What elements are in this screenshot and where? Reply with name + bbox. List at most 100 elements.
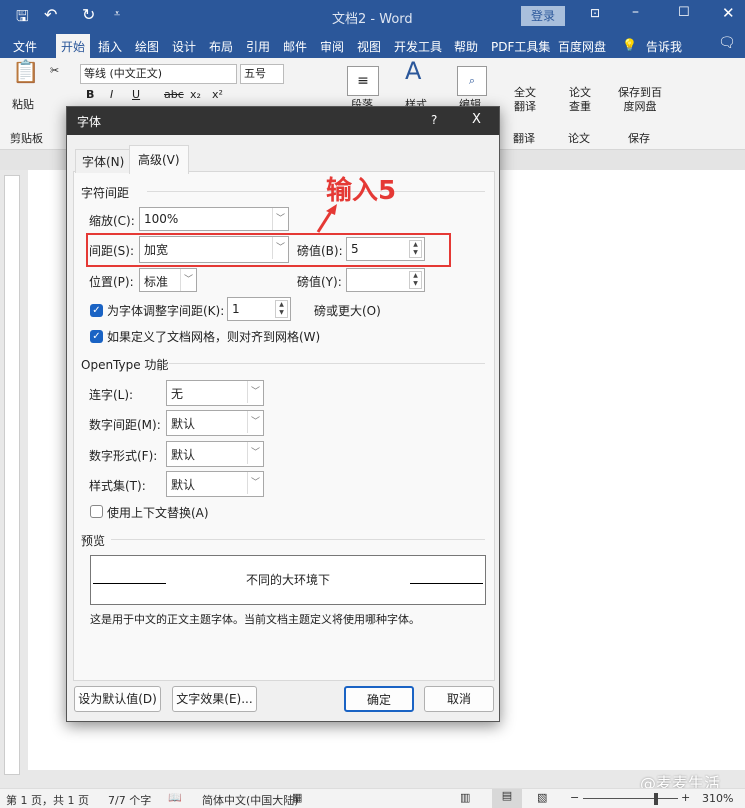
superscript-button[interactable]: x²: [212, 88, 223, 102]
paste-icon[interactable]: 📋: [12, 62, 39, 84]
zoom-slider-thumb[interactable]: [654, 793, 658, 805]
language[interactable]: 简体中文(中国大陆): [202, 792, 299, 808]
tab-review[interactable]: 审阅: [320, 38, 344, 55]
print-layout-icon[interactable]: ▤: [492, 789, 522, 808]
proofing-icon[interactable]: 📖: [168, 791, 182, 804]
tab-help[interactable]: 帮助: [454, 38, 478, 55]
spin-arrows-icon[interactable]: ▲ ▼: [409, 271, 422, 289]
chevron-down-icon[interactable]: ﹀: [247, 472, 263, 494]
zoom-level[interactable]: 310%: [702, 792, 733, 805]
chevron-down-icon[interactable]: ﹀: [247, 442, 263, 464]
login-button[interactable]: 登录: [521, 6, 565, 26]
paragraph-icon[interactable]: ≡: [347, 66, 379, 96]
kerning-spinner[interactable]: 1 ▲ ▼: [227, 297, 291, 321]
undo-icon[interactable]: ↶: [44, 5, 57, 24]
tab-file[interactable]: 文件: [13, 38, 37, 55]
chevron-down-icon[interactable]: ﹀: [180, 269, 196, 291]
chevron-down-icon[interactable]: ﹀: [247, 411, 263, 433]
num-forms-combo[interactable]: 默认 ﹀: [166, 441, 264, 467]
contextual-checkbox[interactable]: [90, 505, 103, 518]
tab-design[interactable]: 设计: [172, 38, 196, 55]
by2-spinner[interactable]: ▲ ▼: [346, 268, 425, 292]
redo-icon[interactable]: ↻: [82, 5, 95, 24]
italic-button[interactable]: I: [110, 88, 113, 102]
opentype-header: OpenType 功能: [81, 358, 169, 372]
tab-layout[interactable]: 布局: [209, 38, 233, 55]
title-bar: 🖫 ↶ ↻ ⩡ 文档2 - Word 登录 ⊡ – ☐ ✕: [0, 0, 745, 32]
text-effects-button[interactable]: 文字效果(E)...: [172, 686, 257, 712]
stylistic-label: 样式集(T):: [89, 479, 146, 493]
cancel-button[interactable]: 取消: [424, 686, 494, 712]
position-combo[interactable]: 标准 ﹀: [139, 268, 197, 292]
styles-icon[interactable]: A: [405, 59, 421, 83]
accessibility-icon[interactable]: ▦: [292, 791, 302, 804]
tell-me[interactable]: 告诉我: [646, 38, 682, 55]
ribbon-display-icon[interactable]: ⊡: [590, 6, 600, 20]
paper-check-label[interactable]: 论文查重: [568, 86, 592, 114]
save-icon[interactable]: 🖫: [16, 6, 29, 31]
stylistic-combo[interactable]: 默认 ﹀: [166, 471, 264, 497]
help-button[interactable]: ?: [431, 113, 437, 127]
chevron-down-icon[interactable]: ﹀: [247, 381, 263, 403]
strikethrough-button[interactable]: abc: [164, 88, 184, 102]
vertical-ruler[interactable]: [4, 175, 20, 775]
tab-developer[interactable]: 开发工具: [394, 38, 442, 55]
minimize-icon[interactable]: –: [632, 4, 639, 20]
grid-checkbox[interactable]: ✓: [90, 330, 103, 343]
ligatures-combo[interactable]: 无 ﹀: [166, 380, 264, 406]
comments-icon[interactable]: 🗨: [718, 35, 736, 51]
font-size-combo[interactable]: 五号: [240, 64, 284, 84]
divider: [169, 363, 485, 364]
tab-mailings[interactable]: 邮件: [283, 38, 307, 55]
page-count[interactable]: 第 1 页，共 1 页: [6, 792, 89, 808]
num-forms-label: 数字形式(F):: [89, 449, 158, 463]
close-window-icon[interactable]: ✕: [722, 4, 735, 22]
baseline-right: [410, 583, 483, 584]
zoom-in-button[interactable]: +: [681, 791, 690, 804]
ok-button[interactable]: 确定: [344, 686, 414, 712]
subscript-button[interactable]: x₂: [190, 88, 201, 102]
num-spacing-combo[interactable]: 默认 ﹀: [166, 410, 264, 436]
tab-font[interactable]: 字体(N): [75, 149, 132, 173]
read-mode-icon[interactable]: ▥: [460, 791, 470, 804]
web-layout-icon[interactable]: ▧: [537, 791, 547, 804]
tab-pdf-tools[interactable]: PDF工具集: [491, 38, 550, 55]
tab-view[interactable]: 视图: [357, 38, 381, 55]
ligatures-value: 无: [171, 387, 184, 401]
font-name-combo[interactable]: 等线 (中文正文): [80, 64, 237, 84]
tab-advanced[interactable]: 高级(V): [129, 145, 189, 174]
search-icon[interactable]: ⌕: [457, 66, 487, 96]
position-label: 位置(P):: [89, 275, 134, 289]
zoom-out-button[interactable]: −: [570, 791, 579, 804]
scale-combo[interactable]: 100% ﹀: [139, 207, 289, 231]
tab-references[interactable]: 引用: [246, 38, 270, 55]
underline-button[interactable]: U: [132, 88, 140, 102]
tab-insert[interactable]: 插入: [98, 38, 122, 55]
char-spacing-header: 字符间距: [81, 186, 130, 200]
grid-label: 如果定义了文档网格，则对齐到网格(W): [107, 330, 321, 344]
tab-baidu[interactable]: 百度网盘: [558, 38, 606, 55]
spin-arrows-icon[interactable]: ▲ ▼: [275, 300, 288, 318]
kerning-value: 1: [232, 302, 240, 316]
kerning-checkbox[interactable]: ✓: [90, 304, 103, 317]
paste-label[interactable]: 粘贴: [12, 98, 34, 112]
position-value: 标准: [144, 275, 169, 289]
set-default-button[interactable]: 设为默认值(D): [74, 686, 161, 712]
maximize-icon[interactable]: ☐: [678, 5, 690, 20]
paper-group-label: 论文: [568, 132, 590, 145]
chevron-down-icon[interactable]: ﹀: [272, 208, 288, 230]
arrow-shaft: [316, 209, 334, 233]
dialog-title: 字体: [77, 115, 102, 129]
bold-button[interactable]: B: [86, 88, 94, 102]
customize-qat-icon[interactable]: ⩡: [114, 7, 120, 21]
cut-icon[interactable]: ✂: [50, 64, 59, 78]
close-dialog-button[interactable]: X: [472, 112, 481, 127]
tab-draw[interactable]: 绘图: [135, 38, 159, 55]
tab-home[interactable]: 开始: [56, 34, 91, 58]
word-count[interactable]: 7/7 个字: [108, 792, 151, 808]
zoom-slider[interactable]: [583, 798, 678, 799]
save-group-label: 保存: [628, 132, 650, 145]
window-title: 文档2 - Word: [332, 12, 413, 27]
translate-full-label[interactable]: 全文翻译: [513, 86, 537, 114]
save-baidu-label[interactable]: 保存到百度网盘: [616, 86, 664, 114]
